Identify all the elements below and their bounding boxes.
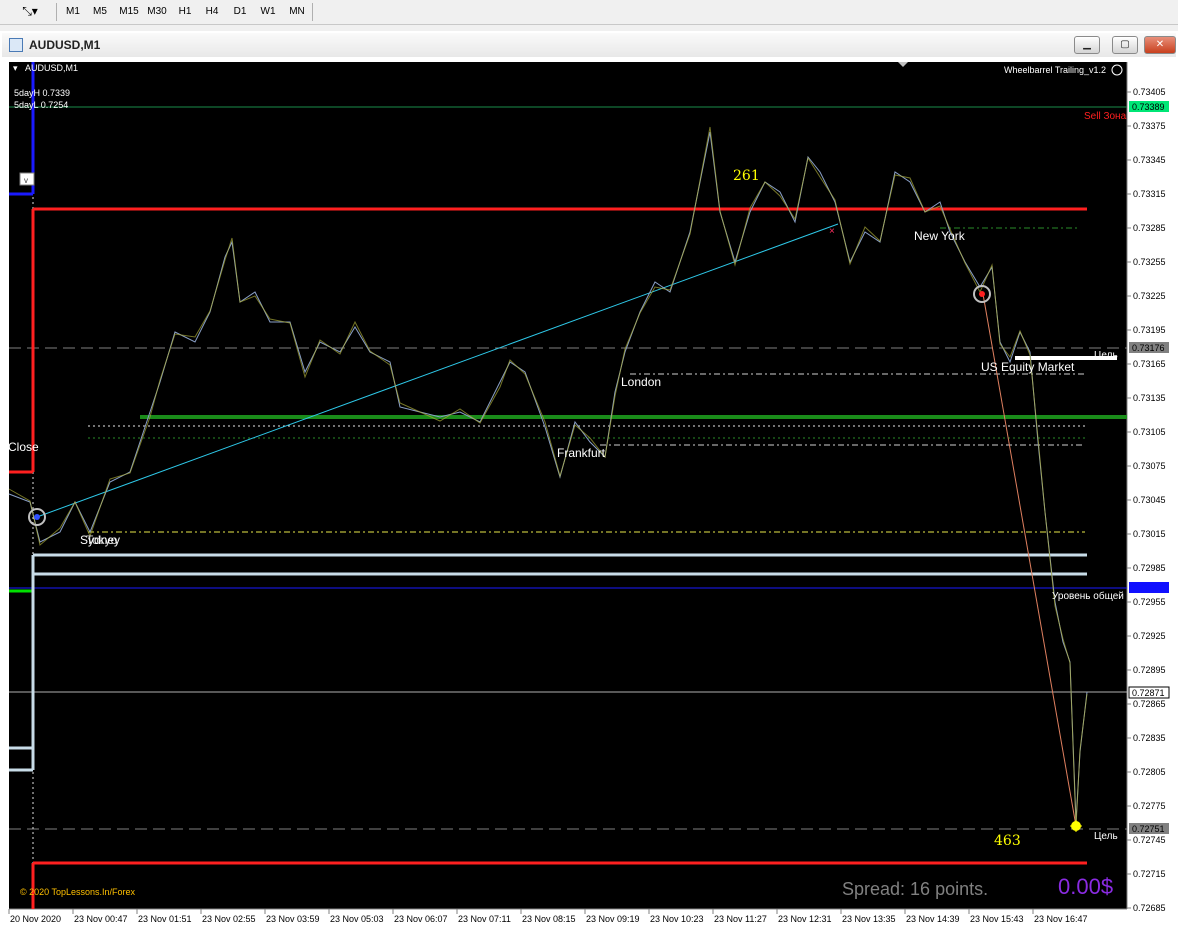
cross-marker-icon: × [829, 226, 835, 237]
target-upper-label: Цель [1094, 350, 1118, 361]
window-title: AUDUSD,M1 [29, 38, 101, 52]
timeframe-h1-button[interactable]: H1 [173, 2, 197, 21]
time-axis-label: 23 Nov 11:27 [714, 914, 767, 924]
maximize-button[interactable]: ▢ [1112, 36, 1138, 54]
timeframe-m5-button[interactable]: M5 [88, 2, 112, 21]
close-icon: ✕ [1155, 39, 1165, 50]
price-axis-label: 0.73015 [1133, 529, 1166, 539]
toolbar-separator [56, 3, 57, 21]
toolbar-separator [312, 3, 313, 21]
low-price-tag-text: 0.72751 [1132, 824, 1165, 834]
price-axis-label: 0.72985 [1133, 563, 1166, 573]
level-label: Уровень общей [1052, 590, 1124, 602]
profit-label: 0.00$ [1058, 874, 1113, 899]
five-day-low-label: 5dayL 0.7254 [14, 100, 68, 110]
price-axis-label: 0.73345 [1133, 155, 1166, 165]
price-axis-label: 0.73285 [1133, 223, 1166, 233]
sell-zone-label: Sell Зона [1084, 111, 1127, 122]
price-axis-label: 0.73135 [1133, 393, 1166, 403]
time-axis-label: 23 Nov 16:47 [1034, 914, 1088, 924]
buy-marker-dot [34, 514, 40, 520]
price-axis-label: 0.72805 [1133, 767, 1166, 777]
time-axis-label: 23 Nov 02:55 [202, 914, 256, 924]
time-axis-label: 23 Nov 13:35 [842, 914, 896, 924]
bid-price-tag-text: 0.72871 [1132, 688, 1165, 698]
time-axis-label: 23 Nov 00:47 [74, 914, 128, 924]
price-axis-label: 0.73405 [1133, 87, 1166, 97]
time-axis-label: 23 Nov 12:31 [778, 914, 832, 924]
price-axis-label: 0.73195 [1133, 325, 1166, 335]
maximize-icon: ▢ [1120, 39, 1130, 50]
session-tokyo: Tokyo [86, 533, 118, 547]
price-axis-label: 0.73375 [1133, 121, 1166, 131]
minimize-button[interactable]: ▁ [1074, 36, 1100, 54]
small-tag-icon: v [24, 176, 28, 185]
price-axis-label: 0.72715 [1133, 869, 1166, 879]
price-axis-label: 0.73225 [1133, 291, 1166, 301]
price-axis-label: 0.73105 [1133, 427, 1166, 437]
timeframe-m1-button[interactable]: M1 [61, 2, 85, 21]
price-axis-label: 0.73315 [1133, 189, 1166, 199]
spread-label: Spread: 16 points. [842, 879, 988, 899]
price-axis-label: 0.72895 [1133, 665, 1166, 675]
window-titlebar[interactable]: AUDUSD,M1 ▁ ▢ ✕ [2, 33, 1176, 57]
time-axis-label: 23 Nov 07:11 [458, 914, 511, 924]
price-axis-label: 0.73255 [1133, 257, 1166, 267]
high-price-tag-text: 0.73389 [1132, 102, 1165, 112]
count-upper: 261 [733, 168, 760, 184]
sell-marker-dot [979, 291, 985, 297]
time-axis-label: 23 Nov 05:03 [330, 914, 384, 924]
price-chart[interactable]: × ▾ AUDUSD,M1 5dayH 0.7339 5dayL 0.7254 … [0, 62, 1178, 938]
chart-menu-icon[interactable]: ▾ [13, 63, 18, 73]
price-axis-label: 0.73165 [1133, 359, 1166, 369]
copyright-label: © 2020 TopLessons.In/Forex [20, 887, 136, 897]
close-label: Close [8, 440, 39, 454]
timeframe-m30-button[interactable]: M30 [144, 2, 170, 21]
toolbar: ⤡▾ M1 M5 M15 M30 H1 H4 D1 W1 MN [0, 0, 1178, 25]
time-axis-label: 23 Nov 01:51 [138, 914, 192, 924]
blue-price-tag-text: 0.72960 [1132, 583, 1165, 593]
count-lower: 463 [994, 833, 1021, 849]
timeframe-d1-button[interactable]: D1 [228, 2, 252, 21]
line-tool-icon[interactable]: ⤡▾ [18, 2, 42, 21]
price-axis-label: 0.72775 [1133, 801, 1166, 811]
price-axis-label: 0.72955 [1133, 597, 1166, 607]
time-axis-label: 23 Nov 14:39 [906, 914, 960, 924]
price-axis-label: 0.73075 [1133, 461, 1166, 471]
chart-window-icon [9, 38, 23, 52]
price-axis-label: 0.72835 [1133, 733, 1166, 743]
time-axis-label: 23 Nov 09:19 [586, 914, 640, 924]
time-axis-label: 23 Nov 15:43 [970, 914, 1024, 924]
price-axis-label: 0.72685 [1133, 903, 1166, 913]
timeframe-m15-button[interactable]: M15 [116, 2, 142, 21]
symbol-label: AUDUSD,M1 [25, 63, 78, 73]
session-frankfurt: Frankfurt [557, 446, 606, 460]
timeframe-w1-button[interactable]: W1 [256, 2, 280, 21]
time-axis-label: 23 Nov 06:07 [394, 914, 448, 924]
price-axis-label: 0.73045 [1133, 495, 1166, 505]
price-axis-label: 0.72865 [1133, 699, 1166, 709]
timeframe-mn-button[interactable]: MN [284, 2, 310, 21]
minimize-icon: ▁ [1083, 39, 1091, 50]
close-button[interactable]: ✕ [1144, 36, 1176, 54]
session-london: London [621, 375, 661, 389]
time-axis-label: 20 Nov 2020 [10, 914, 61, 924]
price-axis-label: 0.72925 [1133, 631, 1166, 641]
time-axis-label: 23 Nov 08:15 [522, 914, 576, 924]
target-price-tag-text: 0.73176 [1132, 343, 1165, 353]
price-axis-label: 0.72745 [1133, 835, 1166, 845]
target-lower-label: Цель [1094, 831, 1118, 842]
plot-area[interactable] [9, 62, 1127, 909]
indicator-name: Wheelbarrel Trailing_v1.2 [1004, 65, 1106, 75]
five-day-high-label: 5dayH 0.7339 [14, 88, 70, 98]
session-us-equity: US Equity Market [981, 360, 1075, 374]
session-new-york: New York [914, 229, 966, 243]
time-axis-label: 23 Nov 03:59 [266, 914, 320, 924]
time-axis-label: 23 Nov 10:23 [650, 914, 704, 924]
timeframe-h4-button[interactable]: H4 [200, 2, 224, 21]
